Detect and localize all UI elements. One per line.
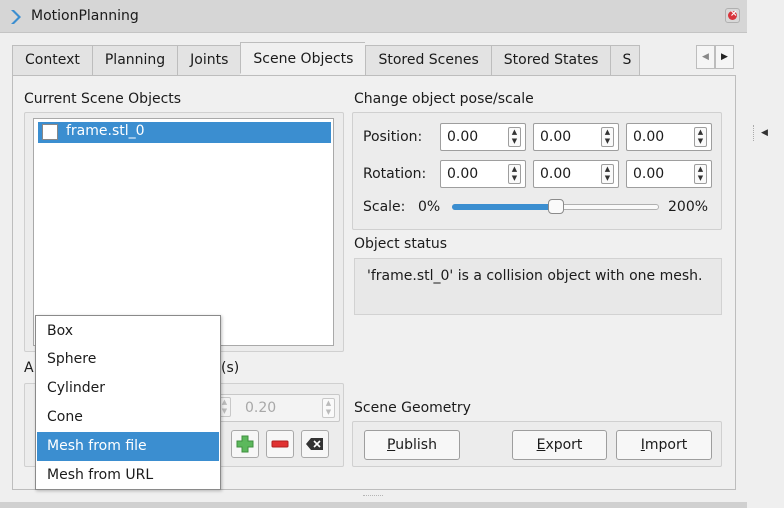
tab-joints[interactable]: Joints xyxy=(177,45,241,76)
position-y-spinbox[interactable]: 0.00 ▲ ▼ xyxy=(533,123,619,151)
spin-arrows-icon[interactable]: ▲ ▼ xyxy=(601,127,614,147)
add-object-title-end: (s) xyxy=(221,360,240,376)
rotation-x-spinbox[interactable]: 0.00 ▲ ▼ xyxy=(440,160,526,188)
geometry-title: Scene Geometry xyxy=(354,400,471,416)
export-button-label: Export xyxy=(536,437,583,453)
import-button[interactable]: Import xyxy=(616,430,712,460)
window-title: MotionPlanning xyxy=(31,8,139,24)
menu-item-mesh-from-file[interactable]: Mesh from file xyxy=(37,432,219,461)
menu-item-cone[interactable]: Cone xyxy=(37,403,219,432)
add-object-title-start: A xyxy=(24,360,34,376)
status-box: 'frame.stl_0' is a collision object with… xyxy=(354,258,722,315)
tab-bar: Context Planning Joints Scene Objects St… xyxy=(12,42,641,76)
rotation-z-spinbox[interactable]: 0.00 ▲ ▼ xyxy=(626,160,712,188)
object-checkbox[interactable] xyxy=(42,124,58,140)
rviz-chevron-icon xyxy=(9,9,23,25)
scale-slider-fill xyxy=(452,204,556,210)
scale-min-label: 0% xyxy=(418,199,441,215)
backspace-icon xyxy=(306,438,323,450)
tab-planning[interactable]: Planning xyxy=(91,45,178,76)
position-z-spinbox[interactable]: 0.00 ▲ ▼ xyxy=(626,123,712,151)
spin-arrows-icon[interactable]: ▲ ▼ xyxy=(694,164,707,184)
rotation-y-value: 0.00 xyxy=(540,166,572,182)
menu-item-sphere[interactable]: Sphere xyxy=(37,345,219,374)
minus-icon xyxy=(271,440,289,448)
scale-max-label: 200% xyxy=(668,199,709,215)
spin-arrows-icon[interactable]: ▲ ▼ xyxy=(508,127,521,147)
list-item-label: frame.stl_0 xyxy=(66,123,145,139)
tab-scroll-buttons: ◀ ▶ xyxy=(696,45,734,69)
add-object-button[interactable] xyxy=(231,430,259,458)
object-size-value: 0.20 xyxy=(245,400,277,416)
scale-slider-handle[interactable] xyxy=(547,199,564,214)
list-item[interactable]: frame.stl_0 xyxy=(38,122,331,143)
tab-stored-scenes[interactable]: Stored Scenes xyxy=(365,45,491,76)
spin-arrows-icon[interactable]: ▲ ▼ xyxy=(322,398,335,418)
title-bar: MotionPlanning × xyxy=(0,0,747,33)
position-x-spinbox[interactable]: 0.00 ▲ ▼ xyxy=(440,123,526,151)
position-y-value: 0.00 xyxy=(540,129,572,145)
close-button[interactable]: × xyxy=(725,8,740,23)
rotation-label: Rotation: xyxy=(363,166,427,182)
tab-stored-states[interactable]: Stored States xyxy=(490,45,611,76)
scene-objects-list[interactable]: frame.stl_0 xyxy=(33,118,334,346)
export-button[interactable]: Export xyxy=(512,430,607,460)
rotation-x-value: 0.00 xyxy=(447,166,479,182)
spin-arrows-icon[interactable]: ▲ ▼ xyxy=(508,164,521,184)
status-text: 'frame.stl_0' is a collision object with… xyxy=(367,268,703,284)
position-z-value: 0.00 xyxy=(633,129,665,145)
import-button-label: Import xyxy=(640,437,688,453)
tab-overflow[interactable]: S xyxy=(610,45,641,76)
add-shape-menu: Box Sphere Cylinder Cone Mesh from file … xyxy=(35,315,221,490)
plus-icon xyxy=(236,435,254,453)
remove-object-button[interactable] xyxy=(266,430,294,458)
publish-button-label: Publish xyxy=(387,437,437,453)
spin-arrows-icon[interactable]: ▲ ▼ xyxy=(601,164,614,184)
pose-title: Change object pose/scale xyxy=(354,91,534,107)
collapse-arrow-icon[interactable]: ◀ xyxy=(761,128,768,138)
tab-context[interactable]: Context xyxy=(12,45,92,76)
bottom-splitter[interactable] xyxy=(363,495,383,497)
tab-scroll-left-icon[interactable]: ◀ xyxy=(696,45,715,69)
menu-item-box[interactable]: Box xyxy=(37,317,219,346)
current-objects-title: Current Scene Objects xyxy=(24,91,182,107)
rotation-y-spinbox[interactable]: 0.00 ▲ ▼ xyxy=(533,160,619,188)
close-icon: × xyxy=(730,9,738,19)
tab-scene-objects[interactable]: Scene Objects xyxy=(240,42,366,74)
rotation-z-value: 0.00 xyxy=(633,166,665,182)
position-x-value: 0.00 xyxy=(447,129,479,145)
spin-arrows-icon[interactable]: ▲ ▼ xyxy=(694,127,707,147)
menu-item-cylinder[interactable]: Cylinder xyxy=(37,374,219,403)
scale-label: Scale: xyxy=(363,199,406,215)
tab-scroll-right-icon[interactable]: ▶ xyxy=(715,45,734,69)
publish-button[interactable]: Publish xyxy=(364,430,460,460)
clear-objects-button[interactable] xyxy=(301,430,329,458)
position-label: Position: xyxy=(363,129,423,145)
object-size-spinbox[interactable]: 0.20 ▲ ▼ xyxy=(214,394,340,422)
next-panel-titlebar xyxy=(0,502,747,508)
status-title: Object status xyxy=(354,236,448,252)
dock-splitter[interactable] xyxy=(753,125,754,141)
menu-item-mesh-from-url[interactable]: Mesh from URL xyxy=(37,461,219,490)
